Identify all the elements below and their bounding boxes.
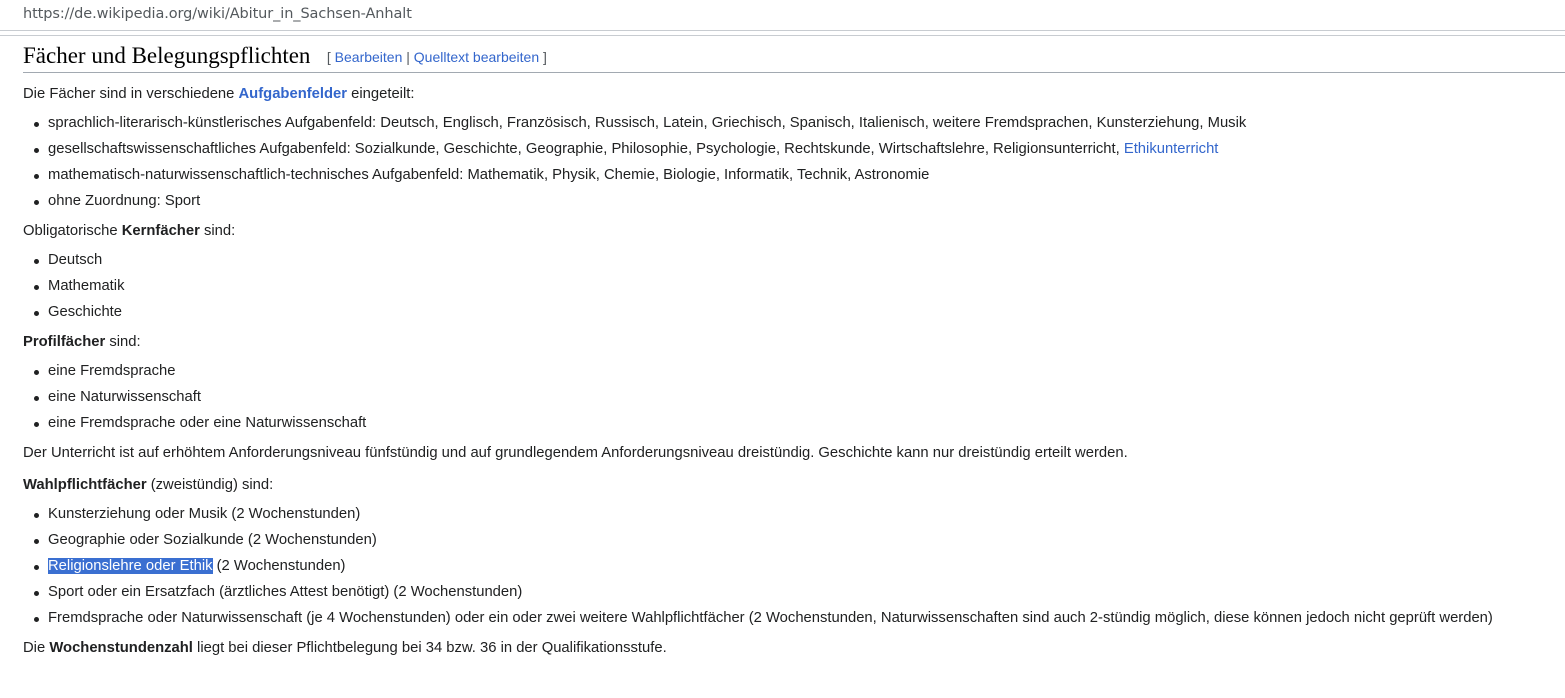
article-content: Die Fächer sind in verschiedene Aufgaben… (23, 81, 1563, 661)
hours-paragraph: Die Wochenstundenzahl liegt bei dieser P… (23, 640, 667, 656)
aufgabenfelder-link[interactable]: Aufgabenfelder (239, 86, 348, 102)
fields-list: sprachlich-literarisch-künstlerisches Au… (23, 110, 1563, 214)
intro-paragraph: Die Fächer sind in verschiedene Aufgaben… (23, 86, 415, 102)
profile-list: eine Fremdsprache eine Naturwissenschaft… (23, 358, 1563, 436)
address-bar[interactable]: https://de.wikipedia.org/wiki/Abitur_in_… (0, 0, 1565, 31)
divider (0, 35, 1565, 36)
level-paragraph: Der Unterricht ist auf erhöhtem Anforder… (23, 445, 1128, 461)
section-title: Fächer und Belegungspflichten (23, 43, 311, 68)
list-item: Fremdsprache oder Naturwissenschaft (je … (23, 605, 1563, 631)
list-item: gesellschaftswissenschaftliches Aufgaben… (23, 136, 1563, 162)
list-item: Geschichte (23, 299, 1563, 325)
list-item: Kunsterziehung oder Musik (2 Wochenstund… (23, 501, 1563, 527)
url-text[interactable]: https://de.wikipedia.org/wiki/Abitur_in_… (23, 6, 412, 22)
edit-section-links: [ Bearbeiten | Quelltext bearbeiten ] (327, 49, 547, 65)
list-item: Religionslehre oder Ethik (2 Wochenstund… (23, 553, 1563, 579)
edit-link[interactable]: Bearbeiten (335, 49, 403, 65)
selected-text[interactable]: Religionslehre oder Ethik (48, 558, 213, 574)
bracket-close: ] (543, 49, 547, 65)
list-item: Sport oder ein Ersatzfach (ärztliches At… (23, 579, 1563, 605)
list-item: eine Naturwissenschaft (23, 384, 1563, 410)
electives-list: Kunsterziehung oder Musik (2 Wochenstund… (23, 501, 1563, 631)
edit-source-link[interactable]: Quelltext bearbeiten (414, 49, 539, 65)
list-item: Deutsch (23, 247, 1563, 273)
profile-subjects-paragraph: Profilfächer sind: (23, 334, 141, 350)
list-item: sprachlich-literarisch-künstlerisches Au… (23, 110, 1563, 136)
list-item: Mathematik (23, 273, 1563, 299)
list-item: mathematisch-naturwissenschaftlich-techn… (23, 162, 1563, 188)
list-item: ohne Zuordnung: Sport (23, 188, 1563, 214)
list-item: eine Fremdsprache (23, 358, 1563, 384)
list-item: Geographie oder Sozialkunde (2 Wochenstu… (23, 527, 1563, 553)
edit-separator: | (406, 49, 410, 65)
section-header: Fächer und Belegungspflichten [ Bearbeit… (23, 42, 1565, 73)
list-item: eine Fremdsprache oder eine Naturwissens… (23, 410, 1563, 436)
bracket-open: [ (326, 49, 331, 65)
electives-paragraph: Wahlpflichtfächer (zweistündig) sind: (23, 477, 274, 493)
ethikunterricht-link[interactable]: Ethikunterricht (1124, 141, 1219, 157)
core-subjects-paragraph: Obligatorische Kernfächer sind: (23, 223, 236, 239)
core-list: Deutsch Mathematik Geschichte (23, 247, 1563, 325)
